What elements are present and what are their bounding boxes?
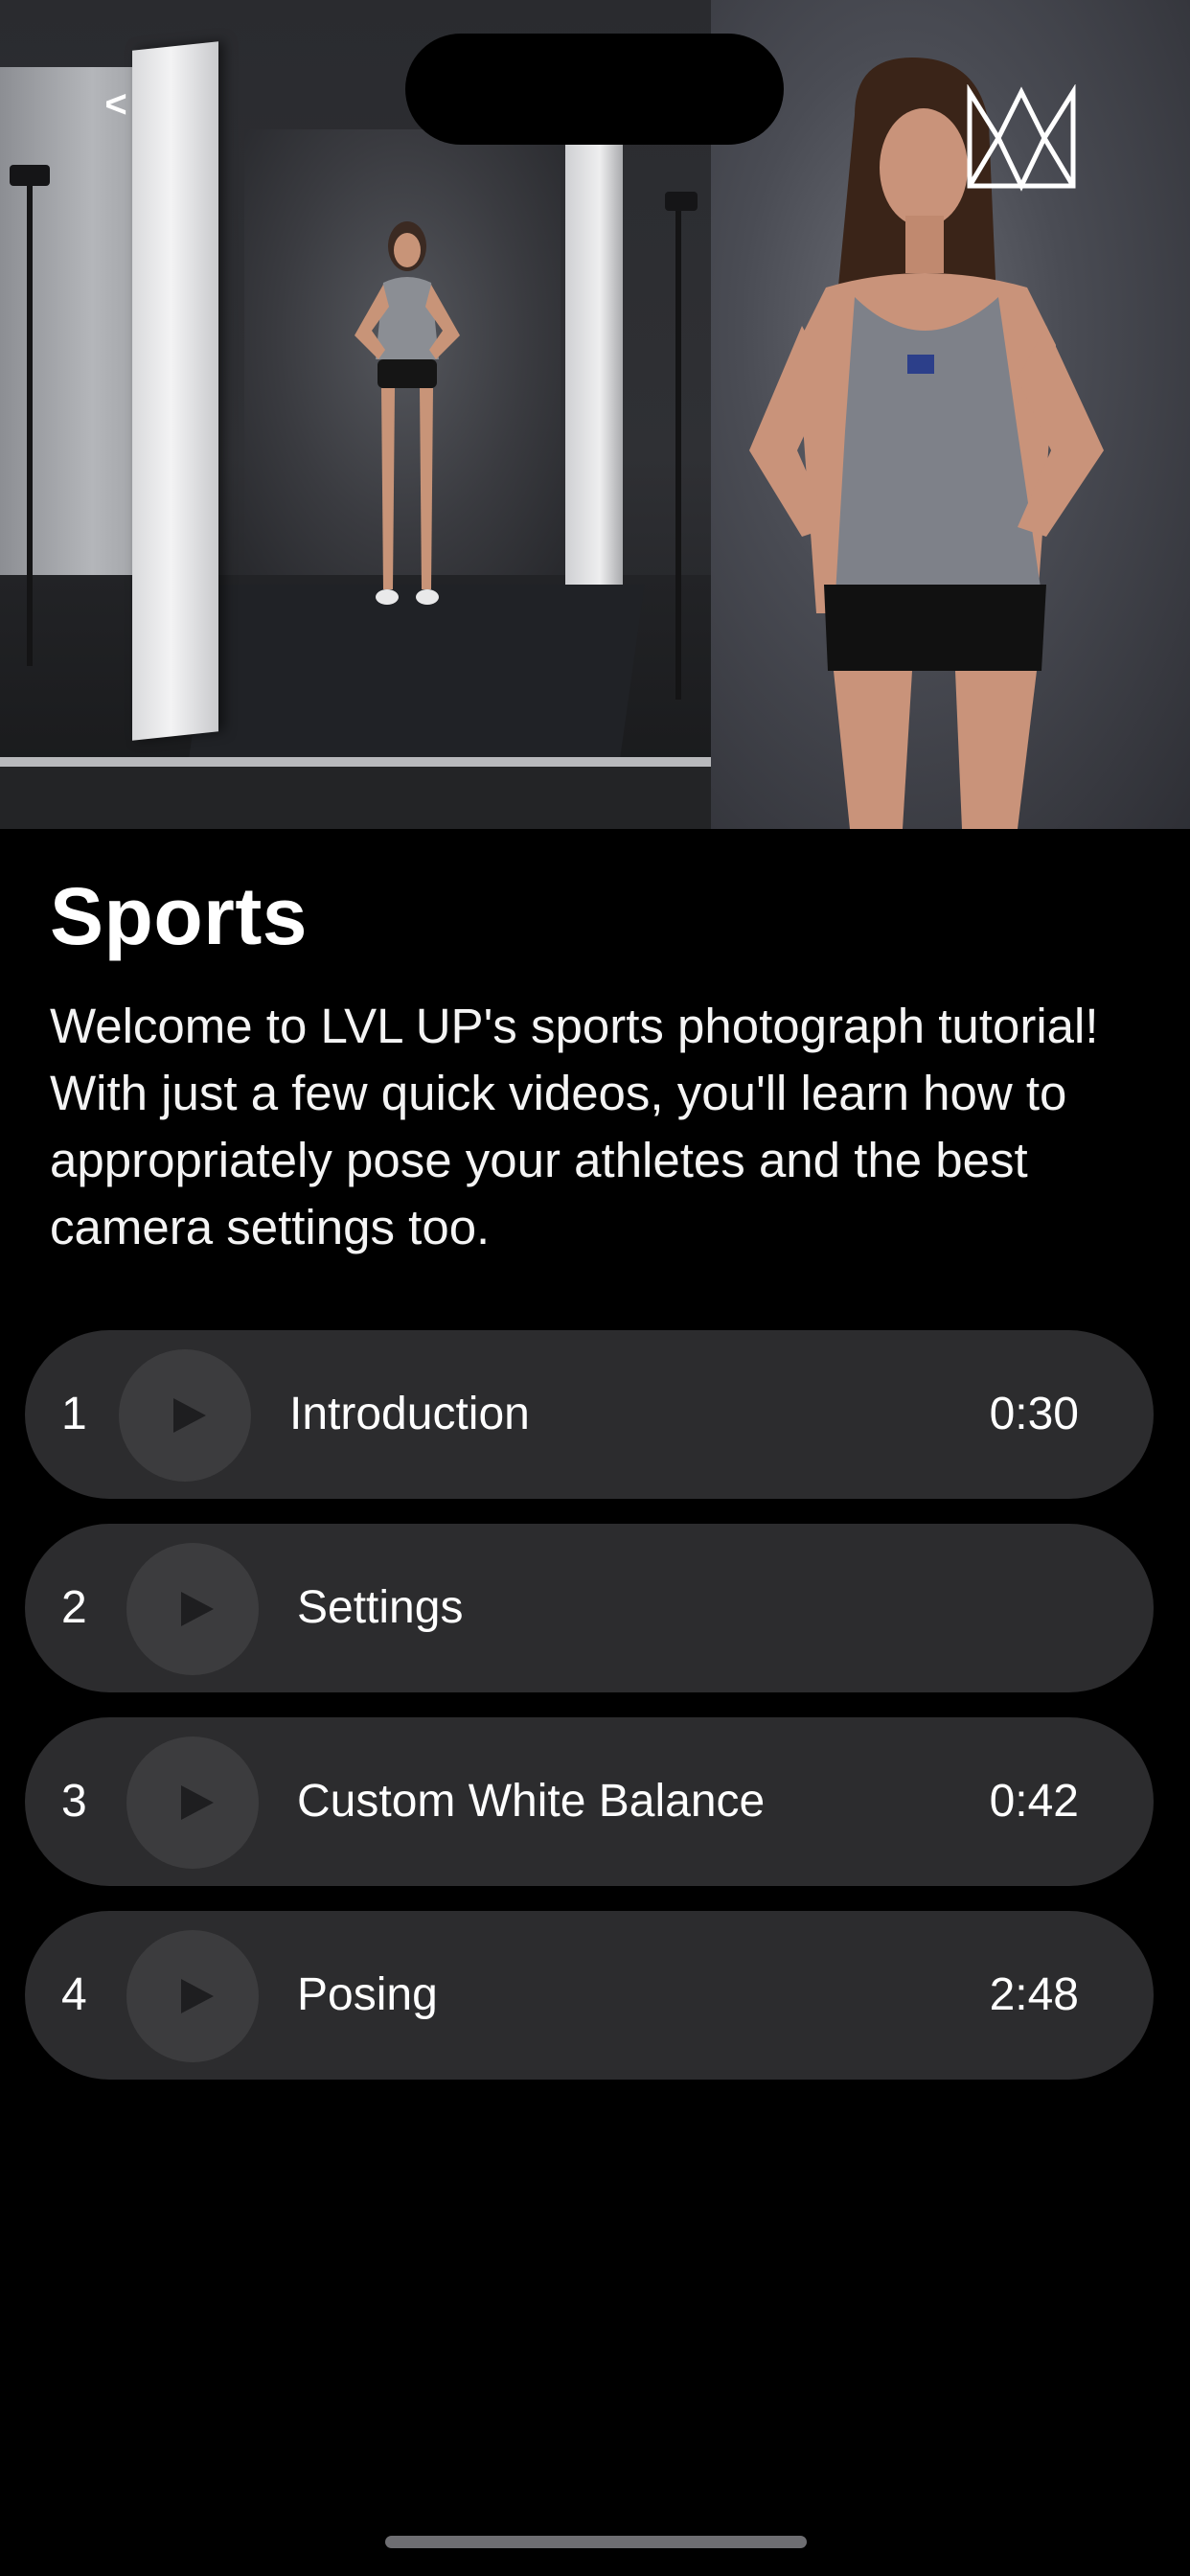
video-duration: 0:42 [989,1776,1079,1827]
play-icon [181,1592,214,1626]
play-button[interactable] [119,1349,251,1482]
page-title: Sports [50,871,309,961]
play-icon [173,1398,206,1433]
back-chevron-icon: < [104,82,127,126]
video-row-custom-white-balance[interactable]: 3 Custom White Balance 0:42 [25,1717,1154,1886]
video-list: 1 Introduction 0:30 2 Settings 3 Custom … [25,1330,1154,2104]
video-title: Settings [297,1582,464,1633]
video-duration: 0:30 [989,1389,1079,1439]
video-title: Posing [297,1969,438,2020]
page-description: Welcome to LVL UP's sports photograph tu… [50,999,1099,1254]
play-icon [181,1979,214,2013]
softbox-right [565,144,623,585]
video-row-settings[interactable]: 2 Settings [25,1524,1154,1692]
video-title: Custom White Balance [297,1776,766,1827]
camera-notch [405,34,784,145]
play-button[interactable] [126,1930,259,2062]
athlete-portrait-photo [711,0,1190,829]
video-number: 2 [61,1582,87,1633]
play-button[interactable] [126,1543,259,1675]
home-indicator[interactable] [385,2536,807,2548]
video-duration: 2:48 [989,1969,1079,2020]
play-button[interactable] [126,1736,259,1869]
play-icon [181,1785,214,1820]
lvl-up-crown-icon [966,83,1077,194]
video-row-introduction[interactable]: 1 Introduction 0:30 [25,1330,1154,1499]
video-title: Introduction [289,1389,530,1439]
video-row-posing[interactable]: 4 Posing 2:48 [25,1911,1154,2080]
video-number: 1 [61,1389,87,1439]
back-button[interactable]: < [94,82,138,126]
video-number: 3 [61,1776,87,1827]
athlete-figure-small [326,216,489,647]
video-number: 4 [61,1969,87,2020]
softbox-left [132,41,218,741]
